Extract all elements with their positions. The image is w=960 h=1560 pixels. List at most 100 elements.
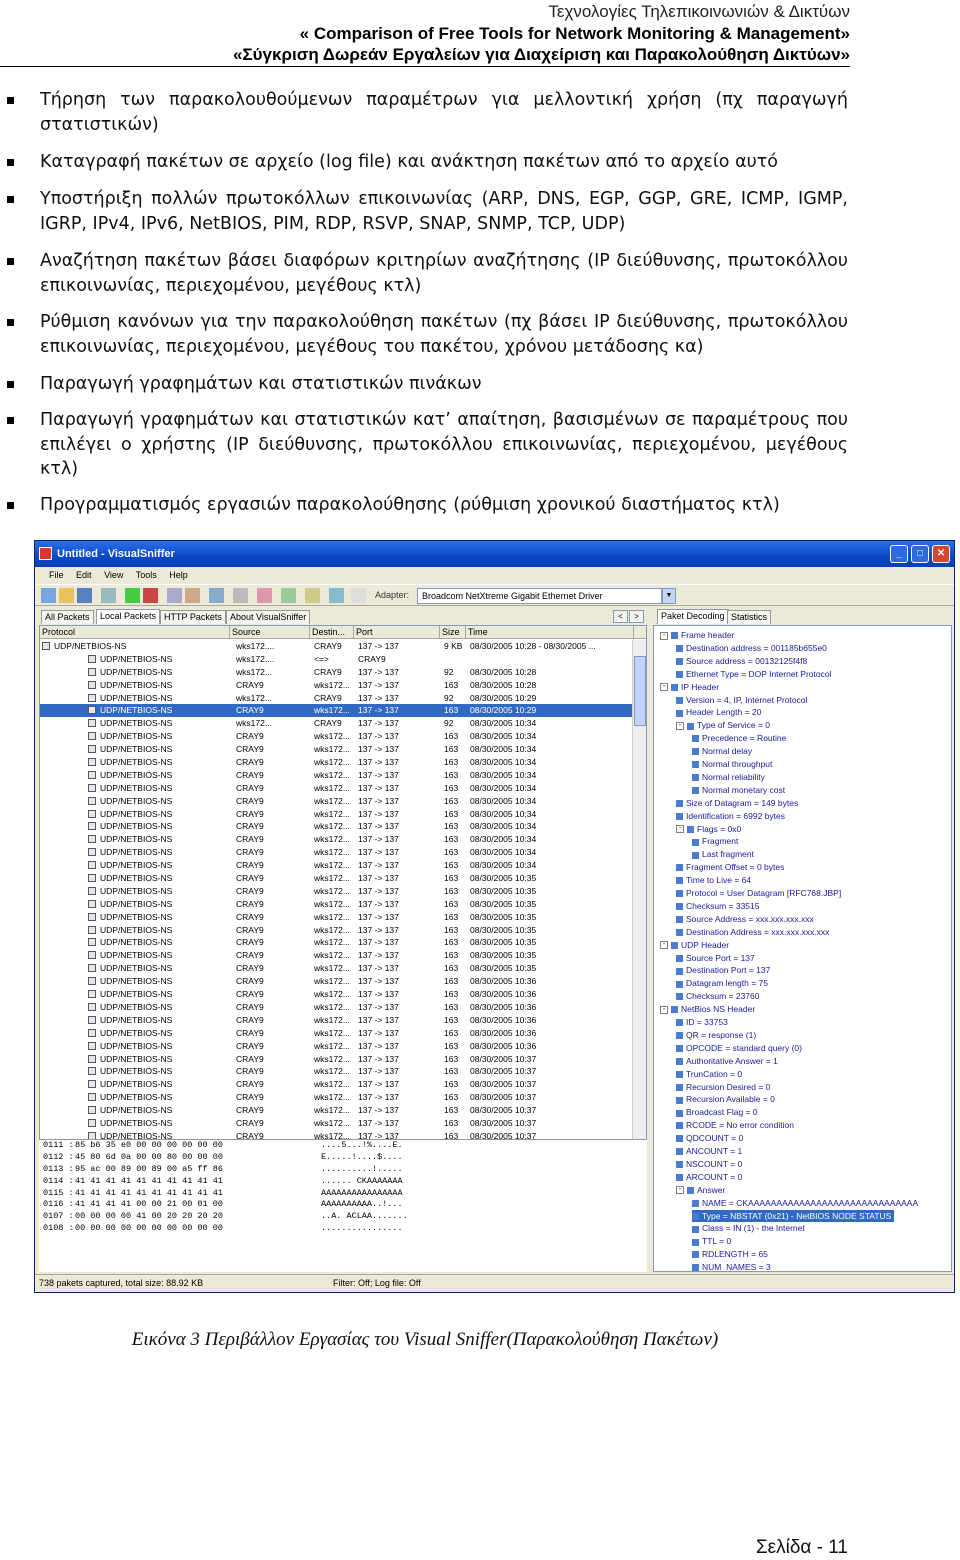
table-row[interactable]: UDP/NETBIOS-NS wks172... CRAY9 137 -> 137 92… [40, 717, 646, 730]
table-row[interactable]: UDP/NETBIOS-NS CRAY9 wks172... 137 -> 137 16… [40, 872, 646, 885]
chevron-down-icon[interactable]: ▼ [662, 588, 676, 604]
table-row[interactable]: UDP/NETBIOS-NS CRAY9 wks172... 137 -> 137 16… [40, 859, 646, 872]
hex-row[interactable]: 0107 :00 00 00 00 41 00 20 20 20 20 ..A. … [39, 1211, 647, 1223]
collapse-icon[interactable]: - [676, 722, 684, 731]
tree-node[interactable]: - Answer [676, 1184, 725, 1197]
menu-view[interactable]: View [104, 570, 123, 580]
tree-node[interactable]: ANCOUNT = 1 [676, 1145, 742, 1158]
table-row[interactable]: UDP/NETBIOS-NS CRAY9 wks172... 137 -> 137 16… [40, 782, 646, 795]
tree-node[interactable]: Destination Port = 137 [676, 964, 770, 977]
tab-statistics[interactable]: Statistics [727, 610, 772, 624]
hex-row[interactable]: 0108 :00 00 00 00 00 00 00 00 00 00.....… [39, 1223, 647, 1235]
table-row[interactable]: UDP/NETBIOS-NS CRAY9 wks172... 137 -> 137 16… [40, 1040, 646, 1053]
filter-icon[interactable] [167, 588, 182, 603]
rules-icon[interactable] [305, 588, 320, 603]
tree-node[interactable]: - Frame header [660, 629, 734, 642]
collapse-icon[interactable]: - [660, 631, 668, 640]
tree-node[interactable]: Broadcast Flag = 0 [676, 1106, 758, 1119]
table-row[interactable]: UDP/NETBIOS-NS CRAY9 wks172... 137 -> 137 16… [40, 1053, 646, 1066]
tree-node[interactable]: Destination address = 001185b655e0 [676, 642, 827, 655]
tree-node[interactable]: Class = IN (1) - the Internet [692, 1222, 805, 1235]
column-port[interactable]: Port [354, 626, 440, 639]
tree-node[interactable]: Recursion Desired = 0 [676, 1081, 770, 1094]
tree-node[interactable]: Source Port = 137 [676, 952, 755, 965]
save-icon[interactable] [77, 588, 92, 603]
tree-node[interactable]: - NetBios NS Header [660, 1003, 755, 1016]
scheduler-icon[interactable] [329, 588, 344, 603]
table-row[interactable]: UDP/NETBIOS-NS CRAY9 wks172... 137 -> 137 16… [40, 1065, 646, 1078]
window-titlebar[interactable]: Untitled - VisualSniffer _ □ ✕ [35, 541, 954, 567]
table-row[interactable]: UDP/NETBIOS-NS CRAY9 wks172... 137 -> 137 16… [40, 1104, 646, 1117]
tree-node[interactable]: Precedence = Routine [692, 732, 786, 745]
table-row[interactable]: UDP/NETBIOS-NS wks172.... <=> CRAY9 [40, 653, 646, 666]
tree-node[interactable]: Ethernet Type = DOP Internet Protocol [676, 668, 831, 681]
minimize-icon[interactable]: _ [890, 545, 908, 563]
collapse-icon[interactable]: - [660, 1005, 668, 1014]
tree-node[interactable]: TTL = 0 [692, 1235, 731, 1248]
column-source[interactable]: Source [230, 626, 310, 639]
table-row[interactable]: UDP/NETBIOS-NS CRAY9 wks172... 137 -> 137 16… [40, 1001, 646, 1014]
expand-icon[interactable] [42, 642, 50, 650]
column-size[interactable]: Size [440, 626, 466, 639]
log-icon[interactable] [257, 588, 272, 603]
column-destination[interactable]: Destin... [310, 626, 354, 639]
tree-node[interactable]: Size of Datagram = 149 bytes [676, 797, 798, 810]
tree-node[interactable]: Authoritative Answer = 1 [676, 1055, 778, 1068]
menu-help[interactable]: Help [169, 570, 188, 580]
tree-node[interactable]: Recursion Available = 0 [676, 1093, 775, 1106]
tree-node[interactable]: Checksum = 23760 [676, 990, 759, 1003]
open-icon[interactable] [59, 588, 74, 603]
tree-node[interactable]: Normal delay [692, 745, 752, 758]
table-row[interactable]: UDP/NETBIOS-NS CRAY9 wks172... 137 -> 137 16… [40, 795, 646, 808]
tree-node[interactable]: Source address = 00132125f4f8 [676, 655, 807, 668]
column-protocol[interactable]: Protocol [40, 626, 230, 639]
tree-node[interactable]: Last fragment [692, 848, 754, 861]
table-row[interactable]: UDP/NETBIOS-NS wks172... CRAY9 137 -> 137 92… [40, 666, 646, 679]
hex-row[interactable]: 0113 :95 ac 00 89 00 89 00 a5 ff 86.....… [39, 1164, 647, 1176]
tree-node[interactable]: Source Address = xxx.xxx.xxx.xxx [676, 913, 814, 926]
table-row[interactable]: UDP/NETBIOS-NS CRAY9 wks172... 137 -> 137 16… [40, 949, 646, 962]
table-row[interactable]: UDP/NETBIOS-NS CRAY9 wks172... 137 -> 137 16… [40, 885, 646, 898]
search-icon[interactable] [185, 588, 200, 603]
tree-node[interactable]: QDCOUNT = 0 [676, 1132, 743, 1145]
collapse-icon[interactable]: - [660, 683, 668, 692]
stop-capture-icon[interactable] [143, 588, 158, 603]
tree-node[interactable]: Protocol = User Datagram [RFC768.JBP] [676, 887, 841, 900]
column-time[interactable]: Time [466, 626, 634, 639]
table-row[interactable]: UDP/NETBIOS-NS CRAY9 wks172... 137 -> 137 16… [40, 833, 646, 846]
table-row[interactable]: UDP/NETBIOS-NS CRAY9 wks172... 137 -> 137 16… [40, 704, 646, 718]
tree-node[interactable]: Fragment Offset = 0 bytes [676, 861, 784, 874]
tree-node[interactable]: NSCOUNT = 0 [676, 1158, 742, 1171]
tab-local-packets[interactable]: Local Packets [96, 609, 161, 624]
table-row[interactable]: UDP/NETBIOS-NS CRAY9 wks172... 137 -> 137 16… [40, 988, 646, 1001]
table-row[interactable]: UDP/NETBIOS-NS wks172... CRAY9 137 -> 137 92… [40, 692, 646, 705]
new-icon[interactable] [41, 588, 56, 603]
decode-icon[interactable] [281, 588, 296, 603]
table-row[interactable]: UDP/NETBIOS-NS CRAY9 wks172... 137 -> 137 16… [40, 679, 646, 692]
tab-all-packets[interactable]: All Packets [41, 610, 94, 624]
tree-node[interactable]: Fragment [692, 835, 738, 848]
table-row[interactable]: UDP/NETBIOS-NS CRAY9 wks172... 137 -> 137 16… [40, 756, 646, 769]
tab-prev-icon[interactable]: < [613, 610, 628, 623]
tab-http-packets[interactable]: HTTP Packets [160, 610, 226, 624]
collapse-icon[interactable]: - [676, 1186, 684, 1195]
table-row[interactable]: UDP/NETBIOS-NS CRAY9 wks172... 137 -> 137 16… [40, 1027, 646, 1040]
collapse-icon[interactable]: - [676, 825, 684, 834]
tree-node[interactable]: Version = 4, IP, Internet Protocol [676, 694, 808, 707]
maximize-icon[interactable]: □ [911, 545, 929, 563]
tree-node[interactable]: QR = response (1) [676, 1029, 756, 1042]
collapse-icon[interactable]: - [660, 941, 668, 950]
hex-row[interactable]: 0115 :41 41 41 41 41 41 41 41 41 41 AAAAA… [39, 1188, 647, 1200]
tree-node[interactable]: TrunCation = 0 [676, 1068, 742, 1081]
statistics-icon[interactable] [209, 588, 224, 603]
tab-paket-decoding[interactable]: Paket Decoding [657, 609, 729, 624]
tab-next-icon[interactable]: > [629, 610, 644, 623]
table-row[interactable]: UDP/NETBIOS-NS CRAY9 wks172... 137 -> 137 16… [40, 808, 646, 821]
tree-node[interactable]: Time to Live = 64 [676, 874, 751, 887]
tree-node[interactable]: NUM_NAMES = 3 [692, 1261, 771, 1271]
menu-edit[interactable]: Edit [76, 570, 92, 580]
hex-row[interactable]: 0116 :41 41 41 41 00 00 21 00 01 00 AAAAA… [39, 1199, 647, 1211]
tree-node[interactable]: - IP Header [660, 681, 719, 694]
tree-node[interactable]: Normal throughput [692, 758, 772, 771]
close-icon[interactable]: ✕ [932, 545, 950, 563]
